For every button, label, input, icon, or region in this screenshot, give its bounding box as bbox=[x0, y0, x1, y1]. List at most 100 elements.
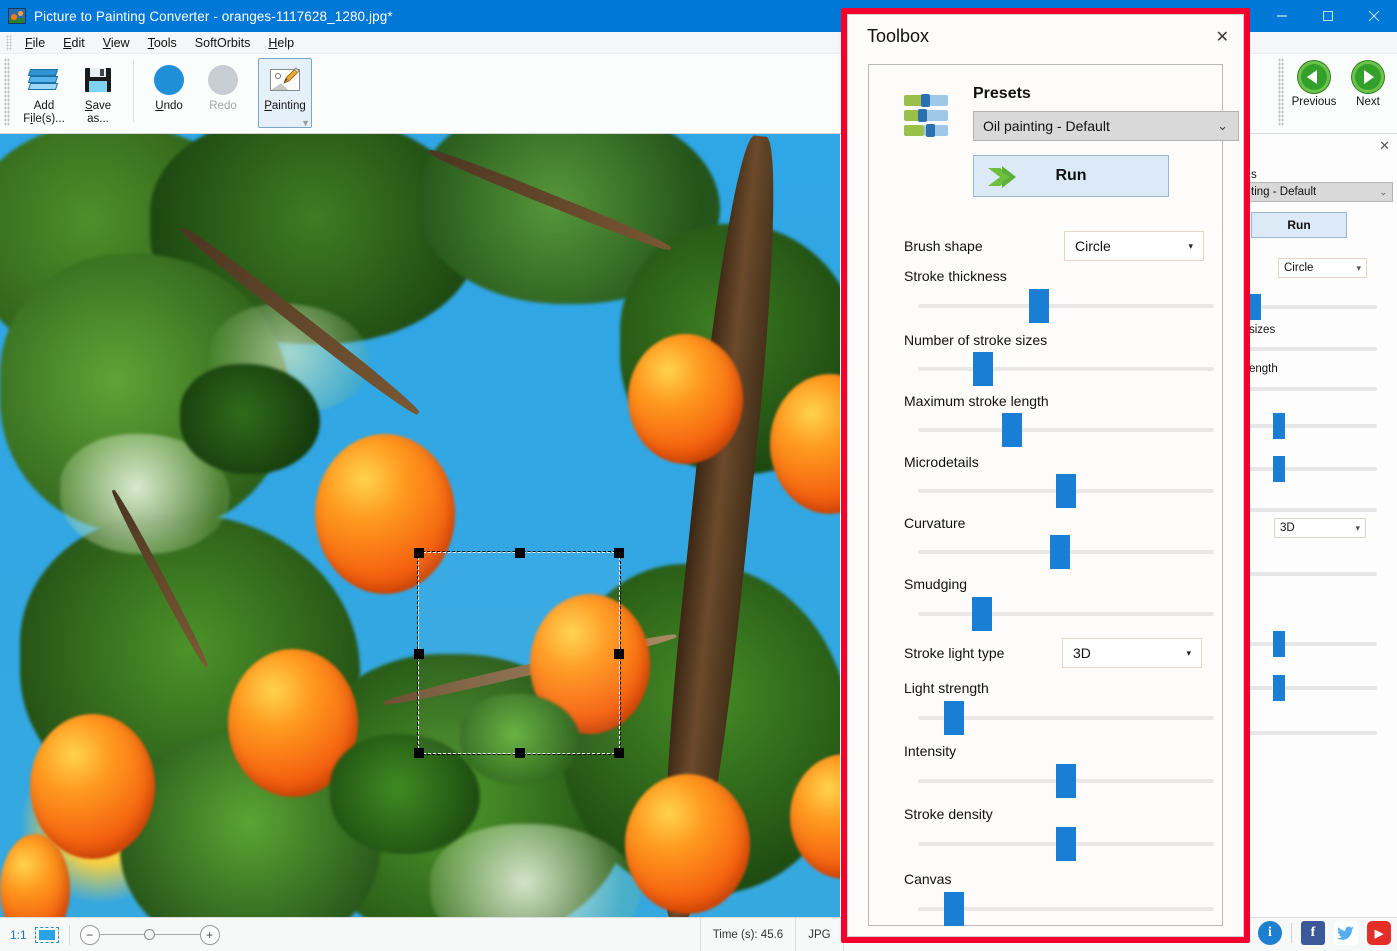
canvas-label: Canvas bbox=[904, 871, 952, 887]
maximum-stroke-length-row: Maximum stroke length bbox=[904, 393, 1049, 411]
curvature-thumb[interactable] bbox=[1050, 535, 1070, 569]
selection-rectangle[interactable] bbox=[414, 548, 624, 758]
stroke-thickness-slider[interactable] bbox=[918, 289, 1214, 323]
stroke-density-slider[interactable] bbox=[918, 827, 1214, 861]
docked-run-button[interactable]: Run bbox=[1251, 212, 1347, 238]
intensity-label: Intensity bbox=[904, 743, 957, 759]
number-of-stroke-sizes-label: Number of stroke sizes bbox=[904, 332, 1048, 348]
docked-slider-track[interactable] bbox=[1249, 424, 1377, 428]
stroke-light-type-dropdown[interactable]: 3D ▾ bbox=[1062, 638, 1202, 668]
status-time-cell: Time (s): 45.6 bbox=[699, 917, 796, 951]
curvature-slider[interactable] bbox=[918, 535, 1214, 569]
save-as-button[interactable]: Save as... bbox=[71, 58, 125, 128]
docked-slider-track[interactable] bbox=[1249, 508, 1377, 512]
info-icon[interactable]: i bbox=[1258, 921, 1282, 945]
maximize-button[interactable] bbox=[1305, 0, 1351, 32]
docked-slider-track[interactable] bbox=[1249, 731, 1377, 735]
number-of-stroke-sizes-slider[interactable] bbox=[918, 352, 1214, 386]
docked-panel-close-icon[interactable]: ✕ bbox=[1379, 138, 1390, 154]
smudging-thumb[interactable] bbox=[972, 597, 992, 631]
docked-slider-track[interactable] bbox=[1249, 305, 1377, 309]
microdetails-slider[interactable] bbox=[918, 474, 1214, 508]
menu-edit[interactable]: Edit bbox=[54, 34, 94, 52]
selection-handle-se[interactable] bbox=[614, 748, 624, 758]
intensity-slider[interactable] bbox=[918, 764, 1214, 798]
youtube-icon[interactable]: ▶ bbox=[1367, 921, 1391, 945]
toolbox-close-icon[interactable]: ✕ bbox=[1216, 27, 1229, 47]
canvas-thumb[interactable] bbox=[944, 892, 964, 926]
image-canvas[interactable] bbox=[0, 134, 840, 917]
selection-handle-s[interactable] bbox=[515, 748, 525, 758]
maximum-stroke-length-slider[interactable] bbox=[918, 413, 1214, 447]
docked-slider-thumb[interactable] bbox=[1273, 413, 1285, 439]
maximum-stroke-length-thumb[interactable] bbox=[1002, 413, 1022, 447]
microdetails-thumb[interactable] bbox=[1056, 474, 1076, 508]
docked-slider-track[interactable] bbox=[1249, 572, 1377, 576]
docked-slider-thumb[interactable] bbox=[1249, 294, 1261, 320]
save-as-label-line2: as... bbox=[87, 113, 109, 125]
selection-handle-sw[interactable] bbox=[414, 748, 424, 758]
microdetails-label: Microdetails bbox=[904, 454, 979, 470]
menu-grip bbox=[6, 34, 12, 51]
docked-slider-track[interactable] bbox=[1249, 686, 1377, 690]
run-button[interactable]: Run bbox=[973, 155, 1169, 197]
light-strength-thumb[interactable] bbox=[944, 701, 964, 735]
stroke-thickness-thumb[interactable] bbox=[1029, 289, 1049, 323]
undo-button[interactable]: Undo bbox=[142, 58, 196, 128]
presets-dropdown[interactable]: Oil painting - Default ⌄ bbox=[973, 111, 1239, 141]
brush-shape-dropdown[interactable]: Circle ▾ bbox=[1064, 231, 1204, 261]
twitter-icon[interactable] bbox=[1334, 921, 1358, 945]
floppy-disk-icon bbox=[81, 65, 115, 95]
number-of-stroke-sizes-thumb[interactable] bbox=[973, 352, 993, 386]
ribbon-group-file: Add File(s)... Save as... bbox=[13, 54, 129, 132]
fit-to-window-icon[interactable] bbox=[34, 926, 59, 943]
docked-brush-shape-combo[interactable]: Circle ▾ bbox=[1278, 258, 1367, 278]
stroke-density-thumb[interactable] bbox=[1056, 827, 1076, 861]
zoom-slider[interactable]: − + bbox=[79, 924, 220, 945]
painting-image bbox=[0, 134, 840, 917]
selection-handle-nw[interactable] bbox=[414, 548, 424, 558]
close-button[interactable] bbox=[1351, 0, 1397, 32]
smudging-slider[interactable] bbox=[918, 597, 1214, 631]
zoom-slider-track[interactable] bbox=[99, 929, 200, 940]
docked-preset-combo[interactable]: ting - Default ⌄ bbox=[1247, 182, 1393, 202]
light-strength-slider[interactable] bbox=[918, 701, 1214, 735]
intensity-thumb[interactable] bbox=[1056, 764, 1076, 798]
canvas-slider[interactable] bbox=[918, 892, 1214, 926]
menu-file[interactable]: File bbox=[16, 34, 54, 52]
next-button[interactable]: Next bbox=[1341, 54, 1395, 124]
selection-handle-n[interactable] bbox=[515, 548, 525, 558]
stroke-light-type-row: Stroke light type bbox=[904, 645, 1004, 663]
selection-handle-ne[interactable] bbox=[614, 548, 624, 558]
docked-slider-thumb[interactable] bbox=[1273, 631, 1285, 657]
chevron-down-icon: ▾ bbox=[1186, 647, 1191, 658]
menu-view[interactable]: View bbox=[94, 34, 139, 52]
ribbon-expand-caret[interactable]: ▼ bbox=[301, 118, 310, 128]
toolbox-title-bar: Toolbox ✕ bbox=[848, 15, 1243, 59]
docked-slider-track[interactable] bbox=[1249, 347, 1377, 351]
previous-button[interactable]: Previous bbox=[1287, 54, 1341, 124]
docked-slider-track[interactable] bbox=[1249, 387, 1377, 391]
undo-label: Undo bbox=[155, 100, 183, 112]
docked-preset-value: ting - Default bbox=[1251, 186, 1317, 198]
sliders-icon bbox=[904, 94, 948, 137]
microdetails-row: Microdetails bbox=[904, 454, 979, 472]
menu-tools[interactable]: Tools bbox=[139, 34, 186, 52]
docked-slider-thumb[interactable] bbox=[1273, 675, 1285, 701]
docked-light-type-combo[interactable]: 3D ▾ bbox=[1274, 518, 1366, 538]
docked-slider-track[interactable] bbox=[1249, 642, 1377, 646]
menu-softorbits[interactable]: SoftOrbits bbox=[186, 34, 260, 52]
docked-slider-thumb[interactable] bbox=[1273, 456, 1285, 482]
minimize-button[interactable] bbox=[1259, 0, 1305, 32]
zoom-in-button[interactable]: + bbox=[199, 924, 220, 945]
zoom-slider-thumb[interactable] bbox=[143, 929, 155, 940]
selection-handle-w[interactable] bbox=[414, 649, 424, 659]
stroke-thickness-row: Stroke thickness bbox=[904, 268, 1007, 286]
menu-help[interactable]: Help bbox=[259, 34, 303, 52]
docked-slider-track[interactable] bbox=[1249, 467, 1377, 471]
facebook-icon[interactable]: f bbox=[1301, 921, 1325, 945]
add-files-button[interactable]: Add File(s)... bbox=[17, 58, 71, 128]
chevron-down-icon: ▾ bbox=[1188, 240, 1193, 251]
selection-handle-e[interactable] bbox=[614, 649, 624, 659]
zoom-out-button[interactable]: − bbox=[79, 924, 100, 945]
